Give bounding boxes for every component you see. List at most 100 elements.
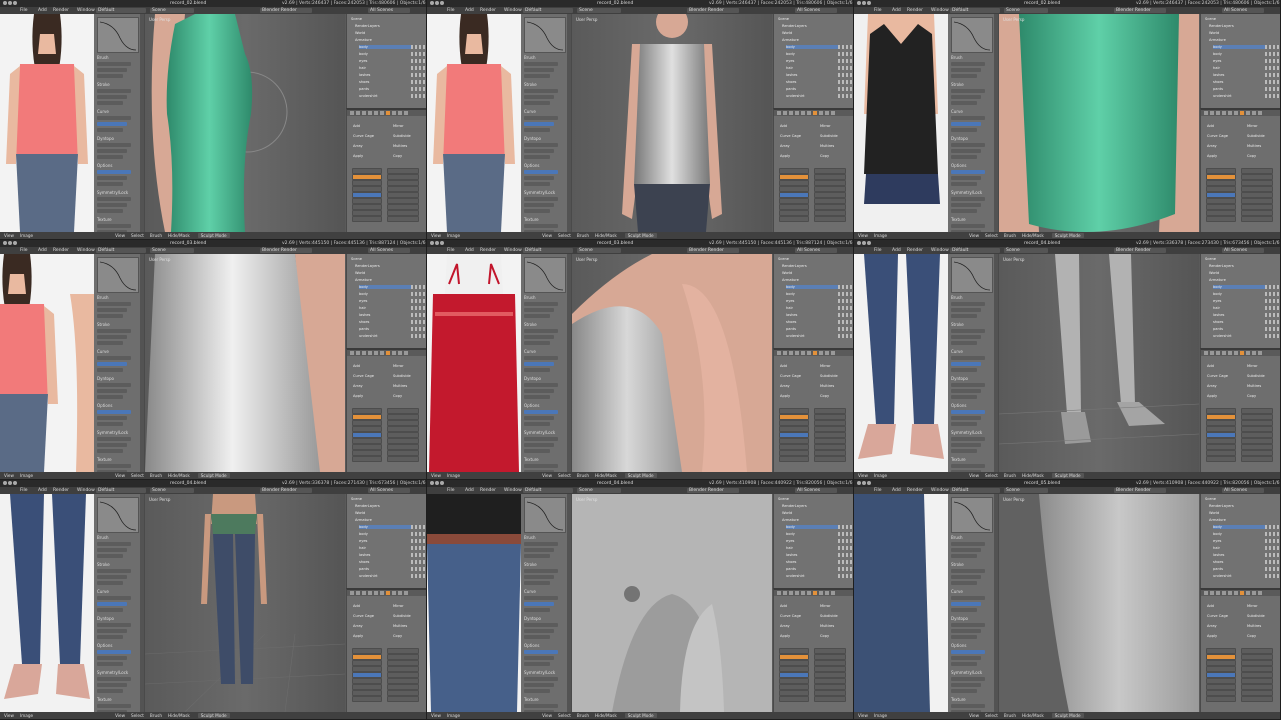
viewport-menu-select[interactable]: Select [985,233,998,238]
scene-selector[interactable]: Scene [1004,488,1048,493]
tool-setting-field[interactable] [951,650,985,654]
brush-curve-preview[interactable] [524,17,566,53]
viewport-menu-view[interactable]: View [969,473,979,478]
outliner-item[interactable]: World [1209,31,1275,35]
visibility-toggles[interactable] [411,539,425,543]
properties-tab-icon[interactable] [1204,111,1208,115]
tool-setting-field[interactable] [97,569,131,573]
3d-viewport[interactable]: User Persp [572,14,772,232]
properties-tab-icon[interactable] [1246,111,1250,115]
tool-setting-field[interactable] [951,224,985,228]
properties-tab-icon[interactable] [404,111,408,115]
outliner-item[interactable]: Armature [355,278,421,282]
tool-setting-field[interactable] [951,704,985,708]
tool-setting-field[interactable] [524,608,550,612]
properties-tab-icon[interactable] [368,591,372,595]
properties-tab-icon[interactable] [1216,111,1220,115]
tool-setting-field[interactable] [97,155,123,159]
tool-setting-field[interactable] [97,89,131,93]
outliner-item[interactable]: RenderLayers [1209,504,1275,508]
visibility-toggles[interactable] [838,560,852,564]
viewport-menu-select[interactable]: Select [131,473,144,478]
visibility-toggles[interactable] [838,94,852,98]
brush-curve-preview[interactable] [97,257,139,293]
tool-setting-field[interactable] [951,683,981,687]
tool-setting-field[interactable] [524,683,554,687]
modifier-option[interactable] [1206,696,1236,702]
3d-viewport[interactable]: User Persp [999,14,1199,232]
tool-setting-field[interactable] [524,575,554,579]
properties-tab-icon[interactable] [783,591,787,595]
menu-add[interactable]: Add [892,487,901,494]
tool-setting-field[interactable] [951,308,981,312]
properties-tab-icon[interactable] [1258,111,1262,115]
tool-setting-field[interactable] [524,308,554,312]
visibility-toggles[interactable] [411,560,425,564]
minimize-icon[interactable] [8,1,12,5]
visibility-toggles[interactable] [1265,52,1279,56]
tool-setting-field[interactable] [97,368,123,372]
viewport-menu-select[interactable]: Select [558,233,571,238]
viewport-menu-brush[interactable]: Brush [1004,713,1016,718]
viewport-menu-view[interactable]: View [115,473,125,478]
brush-curve-preview[interactable] [97,497,139,533]
tool-setting-field[interactable] [97,74,123,78]
menu-render[interactable]: Render [907,7,923,14]
menu-window[interactable]: Window [931,487,949,494]
modifier-option[interactable] [779,696,809,702]
image-menu-view[interactable]: View [4,473,14,478]
properties-tab-icon[interactable] [813,591,817,595]
tool-setting-field[interactable] [97,554,123,558]
outliner-item[interactable]: Scene [778,257,848,261]
visibility-toggles[interactable] [838,45,852,49]
tool-setting-field[interactable] [524,389,554,393]
visibility-toggles[interactable] [838,87,852,91]
viewport-menu-brush[interactable]: Brush [577,713,589,718]
sculpt-mode-selector[interactable]: Sculpt Mode [624,713,657,718]
tool-setting-field[interactable] [524,704,558,708]
visibility-toggles[interactable] [1265,73,1279,77]
tool-setting-field[interactable] [97,542,131,546]
visibility-toggles[interactable] [411,59,425,63]
properties-tab-icon[interactable] [356,111,360,115]
properties-tab-icon[interactable] [831,351,835,355]
tool-setting-field[interactable] [524,149,554,153]
menu-add[interactable]: Add [38,247,47,254]
properties-tab-icon[interactable] [825,591,829,595]
properties-tab-icon[interactable] [368,111,372,115]
menu-add[interactable]: Add [892,247,901,254]
menu-file[interactable]: File [447,487,455,494]
tool-setting-field[interactable] [97,383,131,387]
tool-setting-field[interactable] [97,128,123,132]
tool-setting-field[interactable] [97,182,123,186]
tool-setting-field[interactable] [97,314,123,318]
tool-setting-field[interactable] [524,62,558,66]
properties-tab-icon[interactable] [777,111,781,115]
outliner-item[interactable]: World [355,271,421,275]
properties-tab-icon[interactable] [831,111,835,115]
tool-setting-field[interactable] [951,62,985,66]
visibility-toggles[interactable] [1265,560,1279,564]
image-menu-image[interactable]: Image [447,233,460,238]
tool-shelf-tabs[interactable] [140,494,144,712]
properties-tab-icon[interactable] [783,351,787,355]
sculpt-model[interactable] [145,14,345,232]
tool-setting-field[interactable] [97,143,131,147]
tool-setting-field[interactable] [951,122,981,126]
visibility-toggles[interactable] [838,574,852,578]
tool-setting-field[interactable] [951,656,981,660]
visibility-toggles[interactable] [838,546,852,550]
visibility-toggles[interactable] [1265,546,1279,550]
properties-tab-icon[interactable] [789,351,793,355]
tool-setting-field[interactable] [524,302,558,306]
tool-setting-field[interactable] [97,677,131,681]
menu-window[interactable]: Window [77,7,95,14]
properties-tab-icon[interactable] [801,111,805,115]
tool-setting-field[interactable] [524,116,558,120]
properties-tab-icon[interactable] [825,351,829,355]
modifier-option[interactable] [352,216,382,222]
tool-setting-field[interactable] [951,389,981,393]
tool-setting-field[interactable] [951,101,977,105]
tool-shelf-tabs[interactable] [140,14,144,232]
tool-setting-field[interactable] [97,437,131,441]
